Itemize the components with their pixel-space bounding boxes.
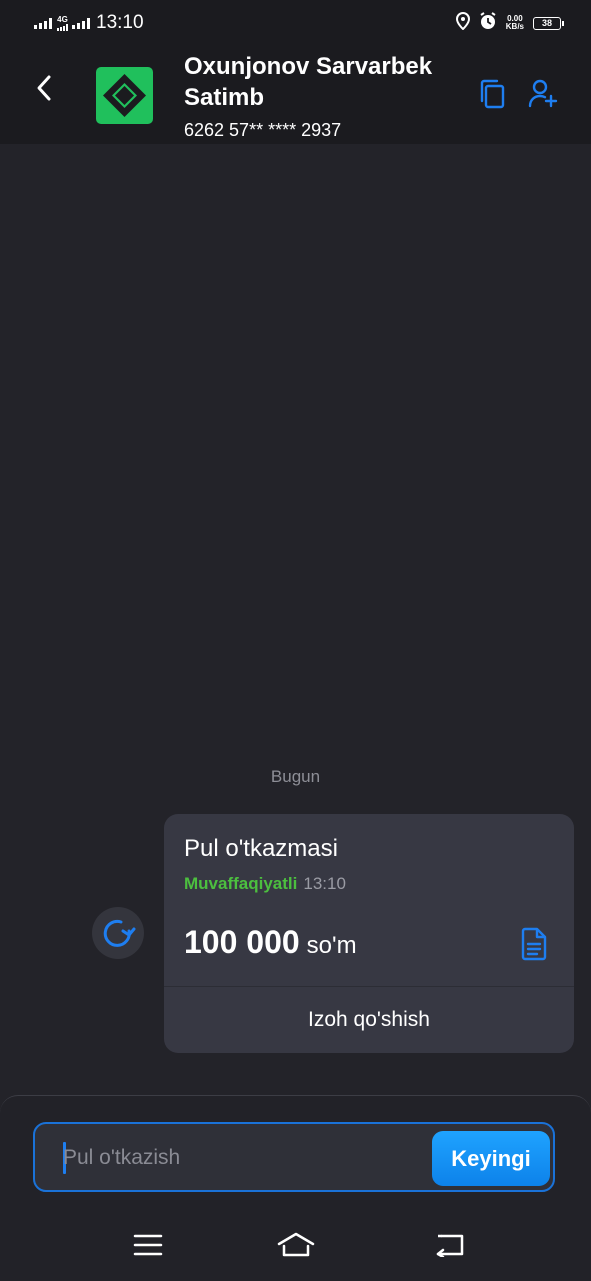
menu-icon: [133, 1234, 163, 1256]
amount-input-container[interactable]: Keyingi: [33, 1122, 555, 1192]
alarm-icon: [479, 11, 497, 35]
transfer-time: 13:10: [303, 874, 346, 893]
next-button[interactable]: Keyingi: [432, 1131, 550, 1186]
add-contact-button[interactable]: [525, 76, 561, 112]
currency-label: so'm: [306, 932, 357, 959]
chevron-left-icon: [37, 75, 51, 101]
home-button[interactable]: [266, 1215, 326, 1275]
transfer-status-line: Muvaffaqiyatli 13:10: [184, 874, 346, 894]
recent-apps-button[interactable]: [118, 1215, 178, 1275]
copy-button[interactable]: [474, 76, 510, 112]
home-icon: [277, 1232, 315, 1257]
transfer-message[interactable]: Pul o'tkazmasi Muvaffaqiyatli 13:10 100 …: [164, 814, 574, 1053]
location-icon: [455, 11, 470, 35]
chat-header: Oxunjonov Sarvarbek Satimb 6262 57** ***…: [0, 46, 591, 144]
copy-icon: [480, 79, 505, 109]
date-separator: Bugun: [270, 767, 321, 786]
receipt-button[interactable]: [514, 922, 554, 966]
repeat-transfer-button[interactable]: [92, 907, 144, 959]
system-navigation-bar: [0, 1215, 591, 1275]
back-button[interactable]: [26, 70, 62, 106]
transfer-amount-input[interactable]: [63, 1140, 423, 1176]
clock: 13:10: [96, 12, 144, 33]
network-type: 4G: [57, 15, 68, 31]
signal-icon: [34, 17, 52, 29]
user-plus-icon: [528, 79, 558, 108]
card-number: 6262 57** **** 2937: [184, 120, 342, 140]
system-back-button[interactable]: [420, 1215, 480, 1275]
bank-logo: [96, 67, 153, 124]
signal-icon-2: [72, 17, 90, 29]
refresh-icon: [103, 919, 136, 947]
transfer-title: Pul o'tkazmasi: [184, 835, 338, 862]
back-icon: [436, 1234, 464, 1257]
transfer-amount: 100 000 so'm: [184, 924, 357, 961]
status-badge: Muvaffaqiyatli: [184, 874, 298, 893]
battery-icon: 38: [533, 16, 564, 30]
document-icon: [521, 927, 547, 961]
network-speed: 0.00 KB/s: [505, 14, 524, 31]
amount-value: 100 000: [184, 924, 300, 960]
contact-name: Oxunjonov Sarvarbek Satimb: [184, 53, 433, 111]
add-comment-button[interactable]: Izoh qo'shish: [164, 987, 574, 1053]
status-bar: 4G 13:10 0.00 KB/s 38: [0, 0, 591, 46]
